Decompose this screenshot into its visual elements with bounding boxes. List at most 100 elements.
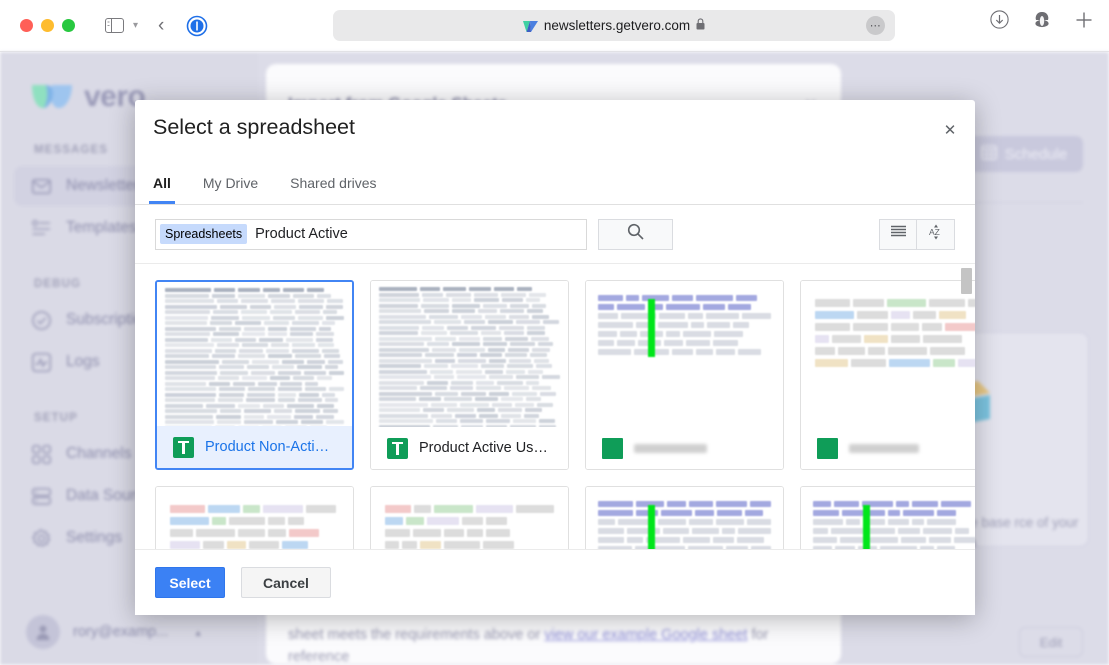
spreadsheet-thumbnail xyxy=(157,282,352,430)
sidebar-item-label: Settings xyxy=(66,529,122,547)
sort-az-icon: AZ xyxy=(926,222,946,247)
spreadsheet-thumbnail xyxy=(801,281,975,429)
file-card-footer xyxy=(586,427,783,469)
address-bar[interactable]: newsletters.getvero.com ⋯ xyxy=(333,10,895,41)
dialog-tabs: All My Drive Shared drives xyxy=(135,163,975,205)
privacy-shield-icon[interactable] xyxy=(186,15,208,37)
gear-icon xyxy=(32,529,51,548)
file-grid-container: Product Non-Acti… Product Active Us… xyxy=(135,263,975,549)
schedule-button-label: Schedule xyxy=(1005,146,1068,163)
file-card-label: Product Non-Acti… xyxy=(205,439,329,455)
search-button[interactable] xyxy=(598,219,673,250)
google-sheets-icon xyxy=(173,437,194,458)
file-card[interactable] xyxy=(370,486,569,549)
file-card-footer: Product Active Us… xyxy=(371,427,568,469)
file-thumbnail xyxy=(586,487,783,549)
file-thumbnail xyxy=(371,281,568,429)
template-icon xyxy=(32,219,51,238)
file-card-label xyxy=(634,444,707,453)
example-sheet-link[interactable]: view our example Google sheet xyxy=(544,627,747,643)
google-sheets-icon xyxy=(602,438,623,459)
file-card[interactable] xyxy=(585,280,784,470)
svg-text:AZ: AZ xyxy=(929,227,940,237)
envelope-icon xyxy=(32,177,51,196)
file-card-label: Product Active Us… xyxy=(419,440,548,456)
file-card[interactable]: Product Non-Acti… xyxy=(155,280,354,470)
sidebar-toggle-icon[interactable] xyxy=(105,18,124,33)
dialog-header: Select a spreadsheet ✕ xyxy=(135,100,975,163)
list-view-button[interactable] xyxy=(879,219,917,250)
tab-my-drive[interactable]: My Drive xyxy=(203,162,258,204)
close-window-button[interactable] xyxy=(20,19,33,32)
file-grid: Product Non-Acti… Product Active Us… xyxy=(135,264,975,549)
spreadsheet-thumbnail xyxy=(586,281,783,429)
select-button[interactable]: Select xyxy=(155,567,225,598)
window-traffic-lights xyxy=(20,19,75,32)
database-icon xyxy=(32,487,51,506)
url-text: newsletters.getvero.com xyxy=(544,18,690,33)
file-card-footer xyxy=(801,427,975,469)
filter-chip-spreadsheets[interactable]: Spreadsheets xyxy=(160,224,247,244)
user-email: rory@examp... xyxy=(73,624,168,640)
file-card[interactable] xyxy=(800,486,975,549)
file-thumbnail xyxy=(801,281,975,429)
grid-scrollbar-thumb[interactable] xyxy=(961,268,972,294)
sidebar-item-label: Channels xyxy=(66,445,132,463)
spreadsheet-thumbnail xyxy=(586,487,783,549)
screen: ▾ ‹ newsletters.getvero.com ⋯ xyxy=(0,0,1109,665)
browser-right-icons xyxy=(990,10,1093,34)
file-card-label xyxy=(849,444,919,453)
activity-icon xyxy=(32,353,51,372)
maximize-window-button[interactable] xyxy=(62,19,75,32)
file-thumbnail xyxy=(156,487,353,549)
site-favicon-icon xyxy=(523,20,538,32)
grid-scrollbar[interactable] xyxy=(961,268,972,549)
channels-icon xyxy=(32,445,51,464)
file-thumbnail xyxy=(157,282,352,430)
google-sheets-icon xyxy=(387,438,408,459)
avatar xyxy=(26,615,60,649)
browser-toolbar: ▾ ‹ newsletters.getvero.com ⋯ xyxy=(0,0,1109,52)
file-card[interactable] xyxy=(585,486,784,549)
file-card[interactable] xyxy=(155,486,354,549)
new-tab-icon[interactable] xyxy=(1075,11,1093,34)
chevron-down-icon[interactable]: ▾ xyxy=(133,20,138,31)
extensions-icon[interactable] xyxy=(1031,10,1053,34)
search-box[interactable]: Spreadsheets xyxy=(155,219,587,250)
spreadsheet-picker-dialog: Select a spreadsheet ✕ All My Drive Shar… xyxy=(135,100,975,615)
chevron-up-icon[interactable]: ▴ xyxy=(195,626,201,639)
file-card[interactable]: Product Active Us… xyxy=(370,280,569,470)
sort-button[interactable]: AZ xyxy=(917,219,955,250)
sidebar-item-label: Templates xyxy=(66,219,137,237)
file-card[interactable] xyxy=(800,280,975,470)
sidebar-item-label: Logs xyxy=(66,353,100,371)
tab-shared-drives[interactable]: Shared drives xyxy=(290,162,376,204)
dialog-title: Select a spreadsheet xyxy=(153,115,355,140)
page-menu-icon[interactable]: ⋯ xyxy=(866,16,885,35)
file-thumbnail xyxy=(586,281,783,429)
cancel-button[interactable]: Cancel xyxy=(241,567,331,598)
edit-button[interactable]: Edit xyxy=(1019,627,1083,657)
search-input[interactable] xyxy=(255,226,582,242)
search-row: Spreadsheets AZ xyxy=(135,205,975,263)
lock-icon xyxy=(696,17,705,35)
file-card-footer: Product Non-Acti… xyxy=(157,426,352,468)
view-options: AZ xyxy=(879,219,955,250)
spreadsheet-thumbnail xyxy=(156,487,353,549)
minimize-window-button[interactable] xyxy=(41,19,54,32)
spreadsheet-thumbnail xyxy=(371,281,568,429)
list-view-icon xyxy=(890,225,907,243)
download-icon[interactable] xyxy=(990,10,1009,34)
spreadsheet-thumbnail xyxy=(371,487,568,549)
back-arrow-icon[interactable]: ‹ xyxy=(158,15,164,37)
file-thumbnail xyxy=(371,487,568,549)
spreadsheet-thumbnail xyxy=(801,487,975,549)
check-circle-icon xyxy=(32,311,51,330)
user-account-row[interactable]: rory@examp... ▴ xyxy=(26,615,201,649)
help-text-before: sheet meets the requirements above or xyxy=(288,627,544,643)
tab-all[interactable]: All xyxy=(153,162,171,204)
close-icon[interactable]: ✕ xyxy=(939,119,961,141)
schedule-button[interactable]: Schedule xyxy=(965,136,1083,172)
import-help-text: sheet meets the requirements above or vi… xyxy=(288,624,818,665)
vero-logo-icon xyxy=(30,83,74,111)
